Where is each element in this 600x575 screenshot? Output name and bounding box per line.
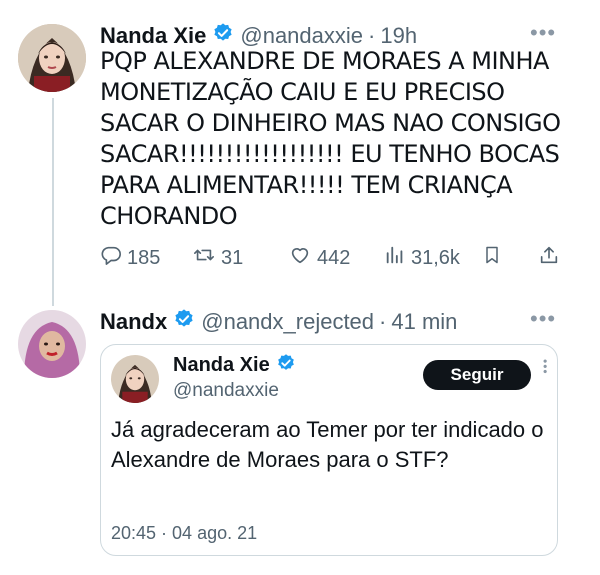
bookmark-button[interactable] [482, 244, 507, 272]
quoted-timestamp[interactable]: 20:45 · 04 ago. 21 [111, 523, 257, 544]
reply-count: 185 [127, 246, 161, 269]
thread-line [52, 98, 54, 306]
reply-header: Nandx @nandx_rejected · 41 min [100, 308, 457, 335]
views-button[interactable]: 31,6k [384, 244, 460, 272]
quoted-tweet-card[interactable]: Nanda Xie @nandaxxie Seguir ••• Já agrad… [100, 344, 558, 556]
follow-button[interactable]: Seguir [423, 360, 531, 390]
share-icon [538, 244, 565, 272]
like-icon [288, 244, 317, 272]
avatar-nandx[interactable] [18, 310, 86, 378]
retweet-count: 31 [221, 246, 244, 269]
tweet-header: Nanda Xie @nandaxxie · 19h [100, 22, 417, 49]
views-icon [384, 244, 411, 272]
views-count: 31,6k [411, 246, 460, 269]
verified-badge-icon [276, 353, 296, 378]
bookmark-icon [482, 244, 507, 272]
tweet-text: PQP ALEXANDRE DE MORAES A MINHA MONETIZA… [100, 47, 561, 230]
quoted-author-handle[interactable]: @nandaxxie [173, 380, 279, 402]
share-button[interactable] [538, 244, 565, 272]
reply-icon [100, 244, 127, 272]
more-vertical-icon[interactable]: ••• [538, 359, 552, 375]
author-handle[interactable]: @nandaxxie [240, 23, 363, 49]
like-count: 442 [317, 246, 351, 269]
separator: · [368, 22, 376, 48]
more-icon[interactable]: ••• [530, 20, 556, 46]
tweet-time[interactable]: 19h [380, 23, 417, 49]
reply-author-name[interactable]: Nandx [100, 309, 167, 335]
quoted-header: Nanda Xie @nandaxxie [173, 353, 302, 402]
separator: · [379, 308, 387, 334]
avatar-nanda-xie[interactable] [18, 24, 86, 92]
verified-badge-icon [212, 22, 234, 49]
reply-time[interactable]: 41 min [391, 309, 457, 335]
quoted-avatar[interactable] [111, 355, 159, 403]
quoted-text: Já agradeceram ao Temer por ter indicado… [111, 417, 544, 472]
more-icon[interactable]: ••• [530, 306, 556, 332]
retweet-icon [192, 244, 221, 272]
reply-author-handle[interactable]: @nandx_rejected [201, 309, 374, 335]
quoted-author-name[interactable]: Nanda Xie [173, 354, 270, 377]
author-name[interactable]: Nanda Xie [100, 23, 206, 49]
verified-badge-icon [173, 308, 195, 335]
like-button[interactable]: 442 [288, 244, 350, 272]
retweet-button[interactable]: 31 [192, 244, 243, 272]
tweet-actions: 185 31 442 31,6k [100, 244, 570, 274]
reply-button[interactable]: 185 [100, 244, 160, 272]
